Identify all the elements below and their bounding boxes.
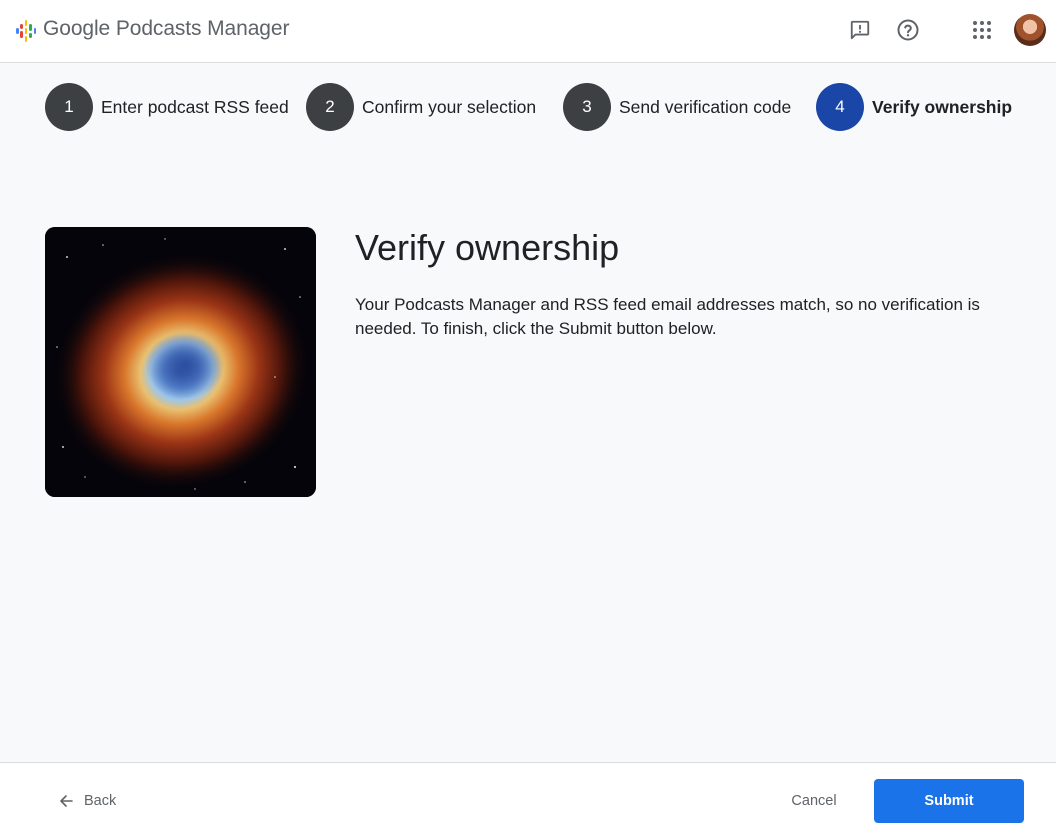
step-number: 3 [563, 83, 611, 131]
step-label: Enter podcast RSS feed [101, 96, 289, 117]
step-2: 2 Confirm your selection [306, 83, 536, 131]
account-avatar[interactable] [1014, 14, 1046, 46]
step-3: 3 Send verification code [563, 83, 791, 131]
step-label: Verify ownership [872, 96, 1013, 117]
cancel-button[interactable]: Cancel [776, 784, 852, 818]
apps-icon[interactable] [970, 18, 994, 42]
submit-button[interactable]: Submit [874, 779, 1024, 823]
step-1: 1 Enter podcast RSS feed [45, 83, 289, 131]
help-icon[interactable] [896, 18, 920, 42]
step-number: 1 [45, 83, 93, 131]
step-label: Confirm your selection [362, 96, 537, 117]
progress-stepper: 1 Enter podcast RSS feed 2 Confirm your … [0, 63, 1056, 153]
arrow-back-icon [60, 795, 73, 807]
page-description: Your Podcasts Manager and RSS feed email… [355, 295, 980, 338]
step-4-active: 4 Verify ownership [816, 83, 1012, 131]
feedback-icon[interactable] [848, 18, 872, 42]
footer-action-bar: Back Cancel Submit [0, 762, 1056, 833]
top-app-bar: Google Podcasts Manager [0, 0, 1056, 63]
page-title: Verify ownership [355, 227, 620, 268]
google-podcasts-logo[interactable] [16, 20, 38, 42]
back-button[interactable]: Back [50, 784, 124, 818]
step-number: 4 [816, 83, 864, 131]
podcast-cover-art [45, 227, 316, 497]
step-number: 2 [306, 83, 354, 131]
step-label: Send verification code [619, 96, 792, 117]
back-button-label: Back [84, 793, 117, 809]
podcasts-logo-icon [16, 20, 38, 42]
app-title: Google Podcasts Manager [43, 17, 290, 40]
